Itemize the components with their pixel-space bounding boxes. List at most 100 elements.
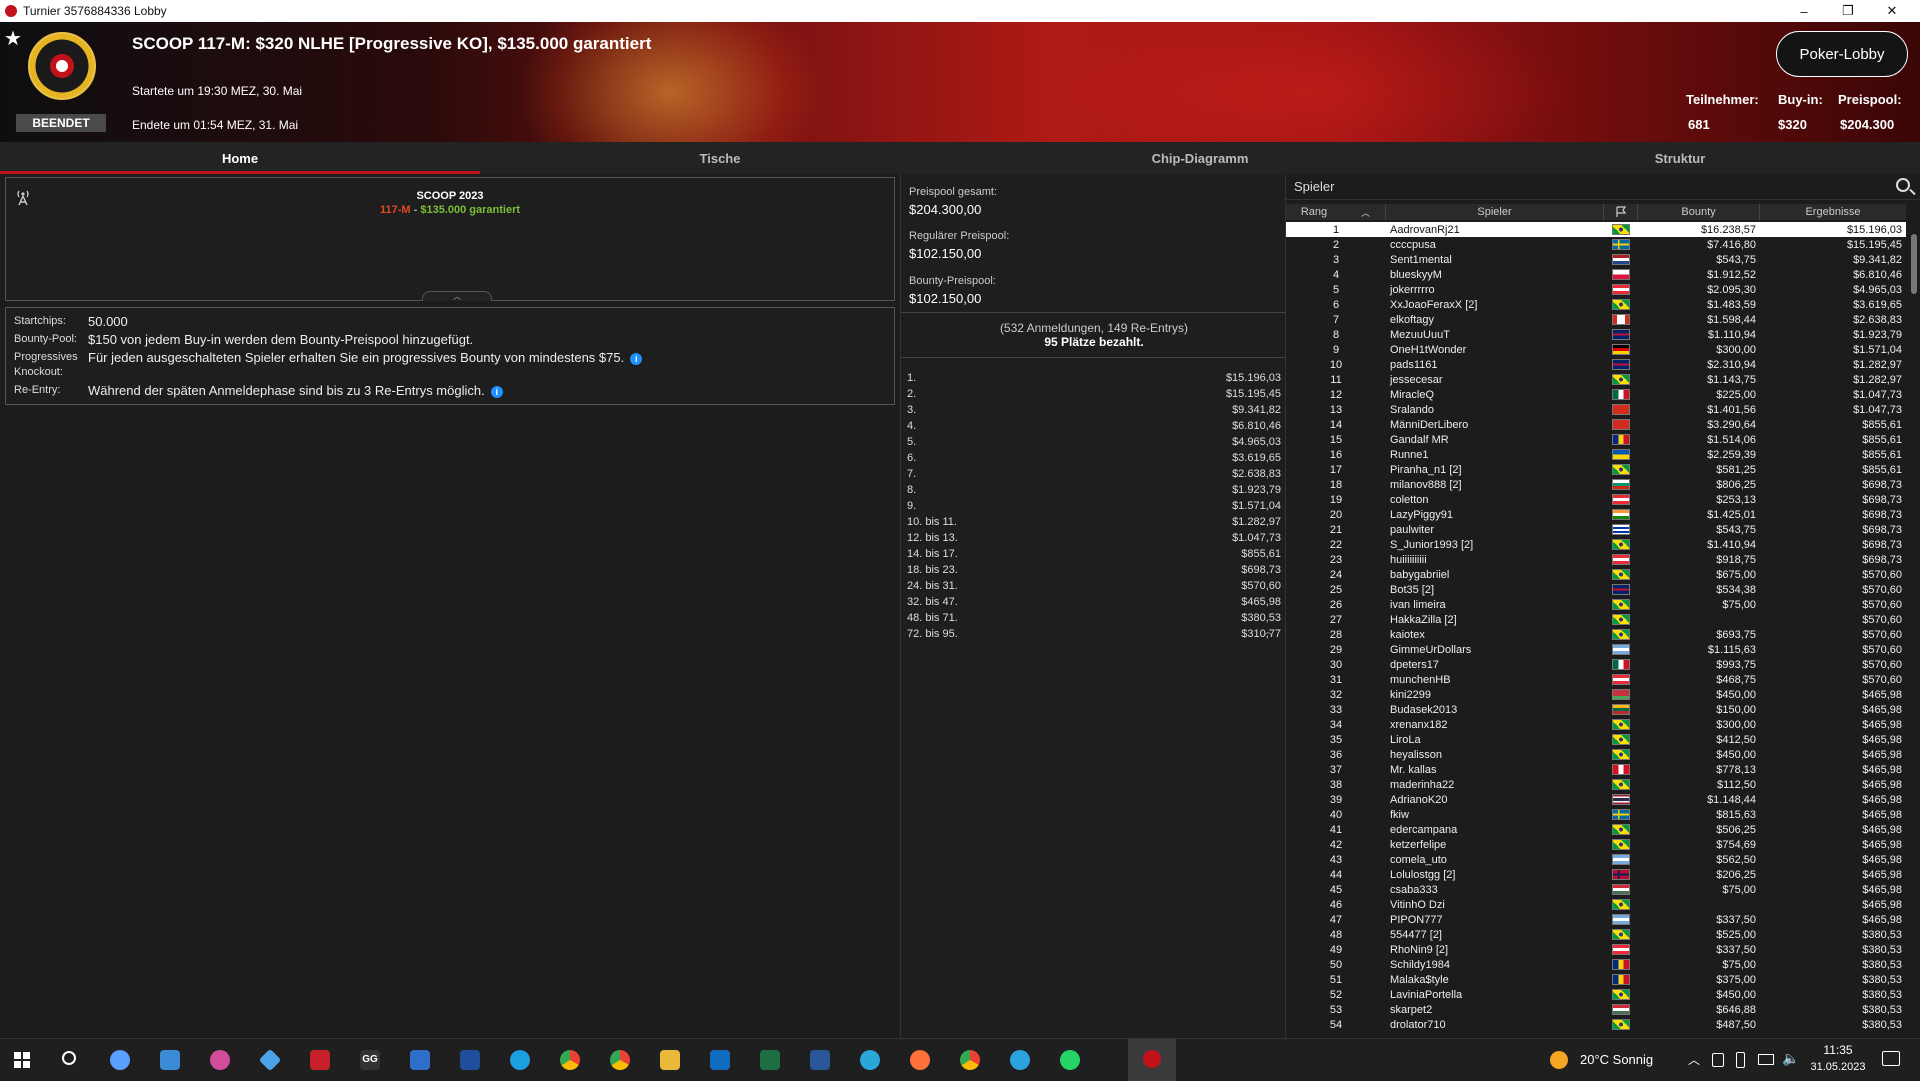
gg-poker-icon[interactable]: GG	[360, 1050, 380, 1070]
player-row[interactable]: 46 VitinhO Dzi $465,98	[1286, 897, 1906, 912]
tray-chevron-icon[interactable]: ︿	[1688, 1051, 1700, 1068]
app-diamond-icon[interactable]	[258, 1048, 282, 1072]
battery-icon[interactable]	[1736, 1052, 1745, 1068]
player-row[interactable]: 23 huiiiiiiiiii $918,75 $698,73	[1286, 552, 1906, 567]
file-explorer-icon[interactable]	[660, 1050, 680, 1070]
excel-icon[interactable]	[760, 1050, 780, 1070]
close-button[interactable]: ✕	[1870, 0, 1914, 22]
prime-video-icon[interactable]	[460, 1050, 480, 1070]
search-icon[interactable]	[1896, 178, 1910, 192]
player-row[interactable]: 32 kini2299 $450,00 $465,98	[1286, 687, 1906, 702]
player-row[interactable]: 13 Sralando $1.401,56 $1.047,73	[1286, 402, 1906, 417]
player-row[interactable]: 22 S_Junior1993 [2] $1.410,94 $698,73	[1286, 537, 1906, 552]
player-row[interactable]: 10 pads1161 $2.310,94 $1.282,97	[1286, 357, 1906, 372]
info-icon[interactable]: i	[490, 385, 503, 398]
favorite-star-icon[interactable]: ★	[4, 26, 22, 51]
cortana-icon[interactable]	[110, 1050, 130, 1070]
search-taskbar-icon[interactable]	[62, 1051, 76, 1065]
tab-tische[interactable]: Tische	[480, 142, 960, 174]
col-bounty[interactable]: Bounty	[1638, 204, 1760, 220]
payout-collapse-chevron-icon[interactable]: ︿	[1263, 623, 1273, 638]
player-row[interactable]: 20 LazyPiggy91 $1.425,01 $698,73	[1286, 507, 1906, 522]
player-row[interactable]: 16 Runne1 $2.259,39 $855,61	[1286, 447, 1906, 462]
clock-time[interactable]: 11:35	[1808, 1043, 1868, 1057]
firefox-icon[interactable]	[910, 1050, 930, 1070]
player-row[interactable]: 48 554477 [2] $525,00 $380,53	[1286, 927, 1906, 942]
telegram-icon[interactable]	[1010, 1050, 1030, 1070]
player-row[interactable]: 12 MiracleQ $225,00 $1.047,73	[1286, 387, 1906, 402]
sort-asc-icon[interactable]: ︿	[1361, 206, 1370, 219]
chrome-profile-icon[interactable]	[610, 1050, 630, 1070]
col-rang[interactable]: Rang ︿	[1286, 204, 1386, 220]
player-row[interactable]: 42 ketzerfelipe $754,69 $465,98	[1286, 837, 1906, 852]
music-app-icon[interactable]	[210, 1050, 230, 1070]
edge-icon[interactable]	[860, 1050, 880, 1070]
onedrive-icon[interactable]	[160, 1050, 180, 1070]
player-row[interactable]: 11 jessecesar $1.143,75 $1.282,97	[1286, 372, 1906, 387]
player-row[interactable]: 4 blueskyyM $1.912,52 $6.810,46	[1286, 267, 1906, 282]
minimize-button[interactable]: –	[1782, 0, 1826, 22]
player-row[interactable]: 5 jokerrrrro $2.095,30 $4.965,03	[1286, 282, 1906, 297]
player-row[interactable]: 47 PIPON777 $337,50 $465,98	[1286, 912, 1906, 927]
col-spieler[interactable]: Spieler	[1386, 204, 1604, 220]
player-row[interactable]: 38 maderinha22 $112,50 $465,98	[1286, 777, 1906, 792]
players-scrollbar[interactable]	[1910, 234, 1918, 994]
pokerstars-taskbar-item[interactable]	[1128, 1039, 1176, 1081]
network-icon[interactable]	[1758, 1054, 1774, 1065]
outlook-icon[interactable]	[710, 1050, 730, 1070]
player-row[interactable]: 9 OneH1tWonder $300,00 $1.571,04	[1286, 342, 1906, 357]
player-row[interactable]: 54 drolator710 $487,50 $380,53	[1286, 1017, 1906, 1032]
player-row[interactable]: 29 GimmeUrDollars $1.115,63 $570,60	[1286, 642, 1906, 657]
info-icon[interactable]: i	[630, 352, 643, 365]
player-row[interactable]: 18 milanov888 [2] $806,25 $698,73	[1286, 477, 1906, 492]
player-row[interactable]: 26 ivan limeira $75,00 $570,60	[1286, 597, 1906, 612]
windows-start-icon[interactable]	[14, 1052, 30, 1068]
player-row[interactable]: 6 XxJoaoFeraxX [2] $1.483,59 $3.619,65	[1286, 297, 1906, 312]
sky-icon[interactable]	[410, 1050, 430, 1070]
tab-chip-diagramm[interactable]: Chip-Diagramm	[960, 142, 1440, 174]
notification-icon[interactable]	[1882, 1051, 1900, 1066]
col-country-flag-icon[interactable]	[1604, 204, 1638, 220]
player-row[interactable]: 40 fkiw $815,63 $465,98	[1286, 807, 1906, 822]
player-row[interactable]: 43 comela_uto $562,50 $465,98	[1286, 852, 1906, 867]
player-row[interactable]: 21 paulwiter $543,75 $698,73	[1286, 522, 1906, 537]
player-row[interactable]: 49 RhoNin9 [2] $337,50 $380,53	[1286, 942, 1906, 957]
volume-icon[interactable]: 🔈	[1782, 1050, 1799, 1067]
whatsapp-icon[interactable]	[1060, 1050, 1080, 1070]
player-row[interactable]: 33 Budasek2013 $150,00 $465,98	[1286, 702, 1906, 717]
player-row[interactable]: 15 Gandalf MR $1.514,06 $855,61	[1286, 432, 1906, 447]
player-row[interactable]: 35 LiroLa $412,50 $465,98	[1286, 732, 1906, 747]
mcafee-icon[interactable]	[310, 1050, 330, 1070]
word-icon[interactable]	[810, 1050, 830, 1070]
player-row[interactable]: 17 Piranha_n1 [2] $581,25 $855,61	[1286, 462, 1906, 477]
weather-text[interactable]: 20°C Sonnig	[1580, 1052, 1653, 1067]
player-row[interactable]: 27 HakkaZilla [2] $570,60	[1286, 612, 1906, 627]
player-row[interactable]: 28 kaiotex $693,75 $570,60	[1286, 627, 1906, 642]
chrome-icon[interactable]	[560, 1050, 580, 1070]
player-row[interactable]: 14 MänniDerLibero $3.290,64 $855,61	[1286, 417, 1906, 432]
player-row[interactable]: 36 heyalisson $450,00 $465,98	[1286, 747, 1906, 762]
player-row[interactable]: 24 babygabriiel $675,00 $570,60	[1286, 567, 1906, 582]
player-row[interactable]: 3 Sent1mental $543,75 $9.341,82	[1286, 252, 1906, 267]
poker-lobby-button[interactable]: Poker-Lobby	[1776, 31, 1908, 77]
player-row[interactable]: 19 coletton $253,13 $698,73	[1286, 492, 1906, 507]
chrome-alt-icon[interactable]	[960, 1050, 980, 1070]
player-row[interactable]: 52 LaviniaPortella $450,00 $380,53	[1286, 987, 1906, 1002]
tab-home[interactable]: Home	[0, 142, 480, 174]
player-row[interactable]: 39 AdrianoK20 $1.148,44 $465,98	[1286, 792, 1906, 807]
skype-icon[interactable]	[510, 1050, 530, 1070]
player-row[interactable]: 34 xrenanx182 $300,00 $465,98	[1286, 717, 1906, 732]
tray-device-icon[interactable]	[1712, 1053, 1724, 1067]
clock-date[interactable]: 31.05.2023	[1804, 1061, 1872, 1073]
player-row[interactable]: 7 elkoftagy $1.598,44 $2.638,83	[1286, 312, 1906, 327]
player-row[interactable]: 53 skarpet2 $646,88 $380,53	[1286, 1002, 1906, 1017]
maximize-button[interactable]: ❐	[1826, 0, 1870, 22]
player-row[interactable]: 51 Malaka$tyle $375,00 $380,53	[1286, 972, 1906, 987]
player-row[interactable]: 2 ccccpusa $7.416,80 $15.195,45	[1286, 237, 1906, 252]
player-row[interactable]: 30 dpeters17 $993,75 $570,60	[1286, 657, 1906, 672]
collapse-chevron-icon[interactable]: ︿	[422, 291, 492, 301]
player-row[interactable]: 50 Schildy1984 $75,00 $380,53	[1286, 957, 1906, 972]
player-row[interactable]: 1 AadrovanRj21 $16.238,57 $15.196,03	[1286, 222, 1906, 237]
tab-struktur[interactable]: Struktur	[1440, 142, 1920, 174]
player-row[interactable]: 8 MezuuUuuT $1.110,94 $1.923,79	[1286, 327, 1906, 342]
